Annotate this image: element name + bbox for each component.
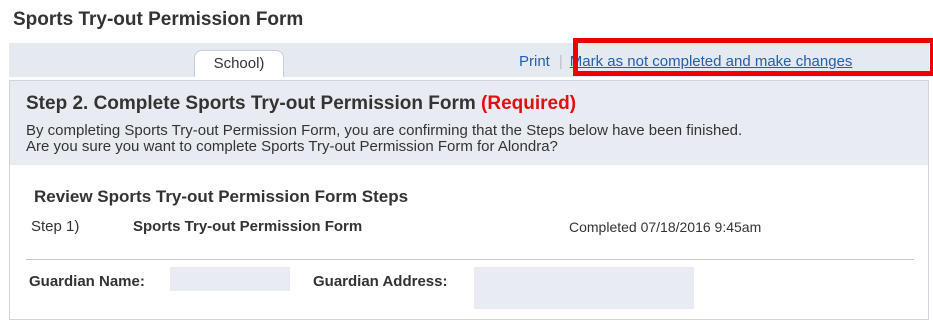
review-step-name: Sports Try-out Permission Form (133, 218, 363, 235)
step-title-text: Step 2. Complete Sports Try-out Permissi… (26, 93, 476, 114)
tab-school[interactable]: School) (194, 50, 284, 77)
page-title: Sports Try-out Permission Form (13, 9, 304, 30)
step-description-line-2: Are you sure you want to complete Sports… (26, 138, 558, 155)
guardian-address-input[interactable] (474, 267, 694, 309)
print-link[interactable]: Print (519, 53, 550, 70)
step-description: By completing Sports Try-out Permission … (26, 123, 916, 155)
review-step-status: Completed 07/18/2016 9:45am (569, 219, 762, 235)
step-description-line-1: By completing Sports Try-out Permission … (26, 122, 743, 139)
guardian-name-input[interactable] (170, 267, 290, 291)
action-links: Print | Mark as not completed and make cha… (519, 53, 852, 70)
step-title: Step 2. Complete Sports Try-out Permissi… (26, 93, 576, 115)
review-title: Review Sports Try-out Permission Form St… (34, 187, 409, 206)
step-panel: Step 2. Complete Sports Try-out Permissi… (9, 80, 929, 320)
divider (26, 259, 914, 260)
mark-not-completed-link[interactable]: Mark as not completed and make changes (570, 53, 853, 70)
required-label: (Required) (481, 93, 577, 114)
review-step-number: Step 1) (31, 218, 80, 235)
step-header: Step 2. Complete Sports Try-out Permissi… (10, 81, 928, 165)
guardian-name-label: Guardian Name: (29, 273, 145, 290)
link-separator: | (558, 53, 563, 70)
guardian-address-label: Guardian Address: (313, 273, 448, 290)
